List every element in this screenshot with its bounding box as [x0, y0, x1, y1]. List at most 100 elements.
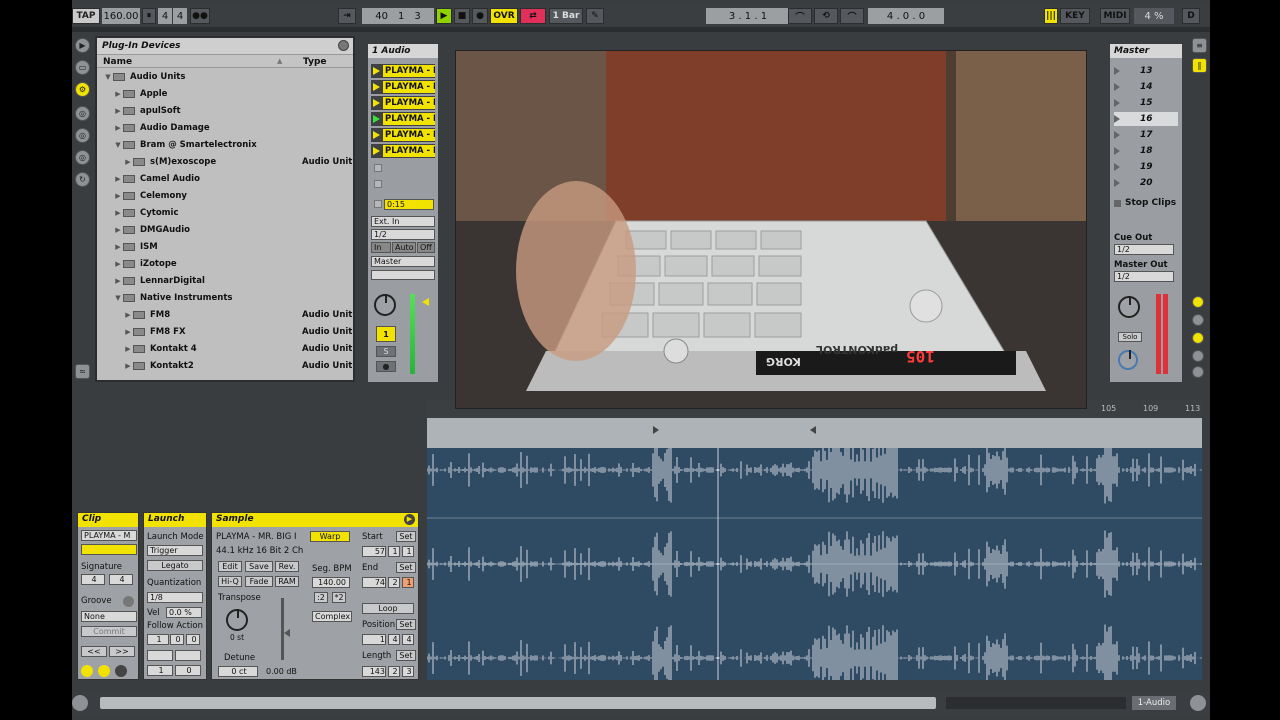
plugin-devices-icon[interactable]: ⚙: [75, 82, 90, 97]
follow-chance-b[interactable]: 0: [175, 665, 201, 676]
length-beats[interactable]: 2: [388, 666, 400, 677]
browser-toggle-icon[interactable]: ▶: [75, 38, 90, 53]
selected-track-label[interactable]: 1-Audio: [1132, 696, 1176, 710]
expand-icon[interactable]: ▶: [113, 260, 123, 268]
browser-root-row[interactable]: ▼ Audio Units: [97, 68, 353, 85]
nudge-back-icon[interactable]: <<: [81, 646, 107, 657]
collapse-icon[interactable]: ▼: [113, 141, 123, 149]
expand-icon[interactable]: ▶: [113, 226, 123, 234]
position-sixteenth[interactable]: 3: [414, 11, 420, 22]
clip-name-field[interactable]: PLAYMA - M: [81, 530, 137, 541]
crossfader-toggle-icon[interactable]: [1192, 366, 1204, 378]
loop-switch-icon[interactable]: ⟲: [814, 8, 838, 24]
clip-sig-den[interactable]: 4: [109, 574, 133, 585]
browser-menu-icon[interactable]: [338, 40, 349, 51]
launch-panel-title[interactable]: Launch: [144, 513, 206, 527]
column-type[interactable]: Type: [303, 57, 326, 67]
monitor-auto-button[interactable]: Auto: [392, 242, 416, 253]
master-title[interactable]: Master: [1110, 44, 1182, 58]
refresh-icon[interactable]: ↻: [75, 172, 90, 187]
collapse-icon[interactable]: ▼: [113, 294, 123, 302]
expand-icon[interactable]: ▶: [113, 277, 123, 285]
position-bar[interactable]: 40: [375, 11, 388, 22]
stop-icon[interactable]: ■: [454, 8, 470, 24]
file-browser-1-icon[interactable]: ◎: [75, 106, 90, 121]
detune-field[interactable]: 0 ct: [218, 666, 258, 677]
clip-launch-icon[interactable]: [373, 131, 380, 139]
file-browser-2-icon[interactable]: ◎: [75, 128, 90, 143]
clip-color-chooser[interactable]: [81, 544, 137, 555]
browser-row[interactable]: ▶ Apple: [97, 85, 353, 102]
track-title[interactable]: 1 Audio: [368, 44, 438, 58]
commit-button[interactable]: Commit: [81, 626, 137, 637]
song-position[interactable]: 40 1 3: [362, 8, 434, 24]
position-sixteenths[interactable]: 4: [402, 634, 414, 645]
end-set-button[interactable]: Set: [396, 562, 416, 573]
master-solo-button[interactable]: Solo: [1118, 332, 1142, 342]
browser-row[interactable]: ▶ Kontakt2 Audio Unit: [97, 357, 353, 374]
info-view-toggle-icon[interactable]: [72, 695, 88, 711]
browser-row[interactable]: ▶ FM8 Audio Unit: [97, 306, 353, 323]
scene-launch-icon[interactable]: [1114, 163, 1120, 171]
browser-row[interactable]: ▶ LennarDigital: [97, 272, 353, 289]
seg-bpm-field[interactable]: 140.00: [312, 577, 350, 588]
browser-row[interactable]: ▶ Camel Audio: [97, 170, 353, 187]
end-sixteenths[interactable]: 1: [402, 577, 414, 588]
browser-row[interactable]: ▶ apulSoft: [97, 102, 353, 119]
nudge-down-icon[interactable]: ⏸: [142, 8, 156, 24]
metronome-icon[interactable]: ●●: [190, 8, 210, 24]
nudge-forward-icon[interactable]: >>: [109, 646, 135, 657]
input-channel-chooser[interactable]: 1/2: [371, 229, 435, 240]
length-set-button[interactable]: Set: [396, 650, 416, 661]
legato-button[interactable]: Legato: [147, 560, 203, 571]
sort-arrow-icon[interactable]: ▲: [277, 57, 282, 65]
position-bars[interactable]: 1: [362, 634, 386, 645]
envelope-toggle-icon[interactable]: [115, 665, 127, 677]
follow-icon[interactable]: ⇥: [338, 8, 356, 24]
clip-sig-num[interactable]: 4: [81, 574, 105, 585]
play-icon[interactable]: ▶: [436, 8, 452, 24]
end-marker-icon[interactable]: [810, 426, 816, 434]
clip-activator-icon[interactable]: [81, 665, 93, 677]
velocity-field[interactable]: 0.0 %: [166, 607, 202, 618]
expand-arrow-icon[interactable]: ▶: [404, 514, 415, 525]
expand-icon[interactable]: ▶: [113, 90, 123, 98]
scene-launch[interactable]: 15: [1114, 96, 1178, 110]
browser-row[interactable]: ▶ Cytomic: [97, 204, 353, 221]
scene-launch[interactable]: 13: [1114, 64, 1178, 78]
expand-icon[interactable]: ▶: [113, 107, 123, 115]
scene-launch[interactable]: 19: [1114, 160, 1178, 174]
overview-icon[interactable]: ≈: [75, 364, 90, 379]
column-name[interactable]: Name: [103, 57, 132, 67]
follow-time-bars[interactable]: 1: [147, 634, 169, 645]
expand-icon[interactable]: ▶: [113, 192, 123, 200]
ram-button[interactable]: RAM: [275, 576, 299, 587]
hiq-button[interactable]: Hi-Q: [218, 576, 242, 587]
browser-row[interactable]: ▶ iZotope: [97, 255, 353, 272]
scene-launch-icon[interactable]: [1114, 67, 1120, 75]
clip-launch-icon[interactable]: [373, 99, 380, 107]
expand-icon[interactable]: ▼: [103, 73, 113, 81]
tempo-field[interactable]: 160.00: [102, 8, 140, 24]
browser-row[interactable]: ▶ FM8 FX Audio Unit: [97, 323, 353, 340]
empty-clip-slot[interactable]: [374, 180, 382, 188]
sends-toggle-icon[interactable]: [1192, 314, 1204, 326]
expand-icon[interactable]: ▶: [113, 209, 123, 217]
launch-toggle-icon[interactable]: [98, 665, 110, 677]
pan-knob[interactable]: [374, 294, 396, 316]
reverse-button[interactable]: Rev.: [275, 561, 299, 572]
browser-row[interactable]: ▼ Bram @ Smartelectronix: [97, 136, 353, 153]
clip-launch-icon[interactable]: [373, 115, 380, 123]
tap-tempo-button[interactable]: TAP: [72, 8, 100, 24]
browser-row[interactable]: ▶ Kontakt 4 Audio Unit: [97, 340, 353, 357]
mixer-toggle-icon[interactable]: [1192, 350, 1204, 362]
follow-time-beats[interactable]: 0: [170, 634, 184, 645]
signature-denominator[interactable]: 4: [173, 8, 187, 24]
groove-chooser[interactable]: None: [81, 611, 137, 622]
arrangement-view-icon[interactable]: ‖: [1192, 58, 1207, 73]
browser-row[interactable]: ▶ s(M)exoscope Audio Unit: [97, 153, 353, 170]
browser-row[interactable]: ▶ Audio Damage: [97, 119, 353, 136]
scene-launch-icon[interactable]: [1114, 83, 1120, 91]
overdub-button[interactable]: OVR: [490, 8, 518, 24]
expand-icon[interactable]: ▶: [123, 345, 133, 353]
